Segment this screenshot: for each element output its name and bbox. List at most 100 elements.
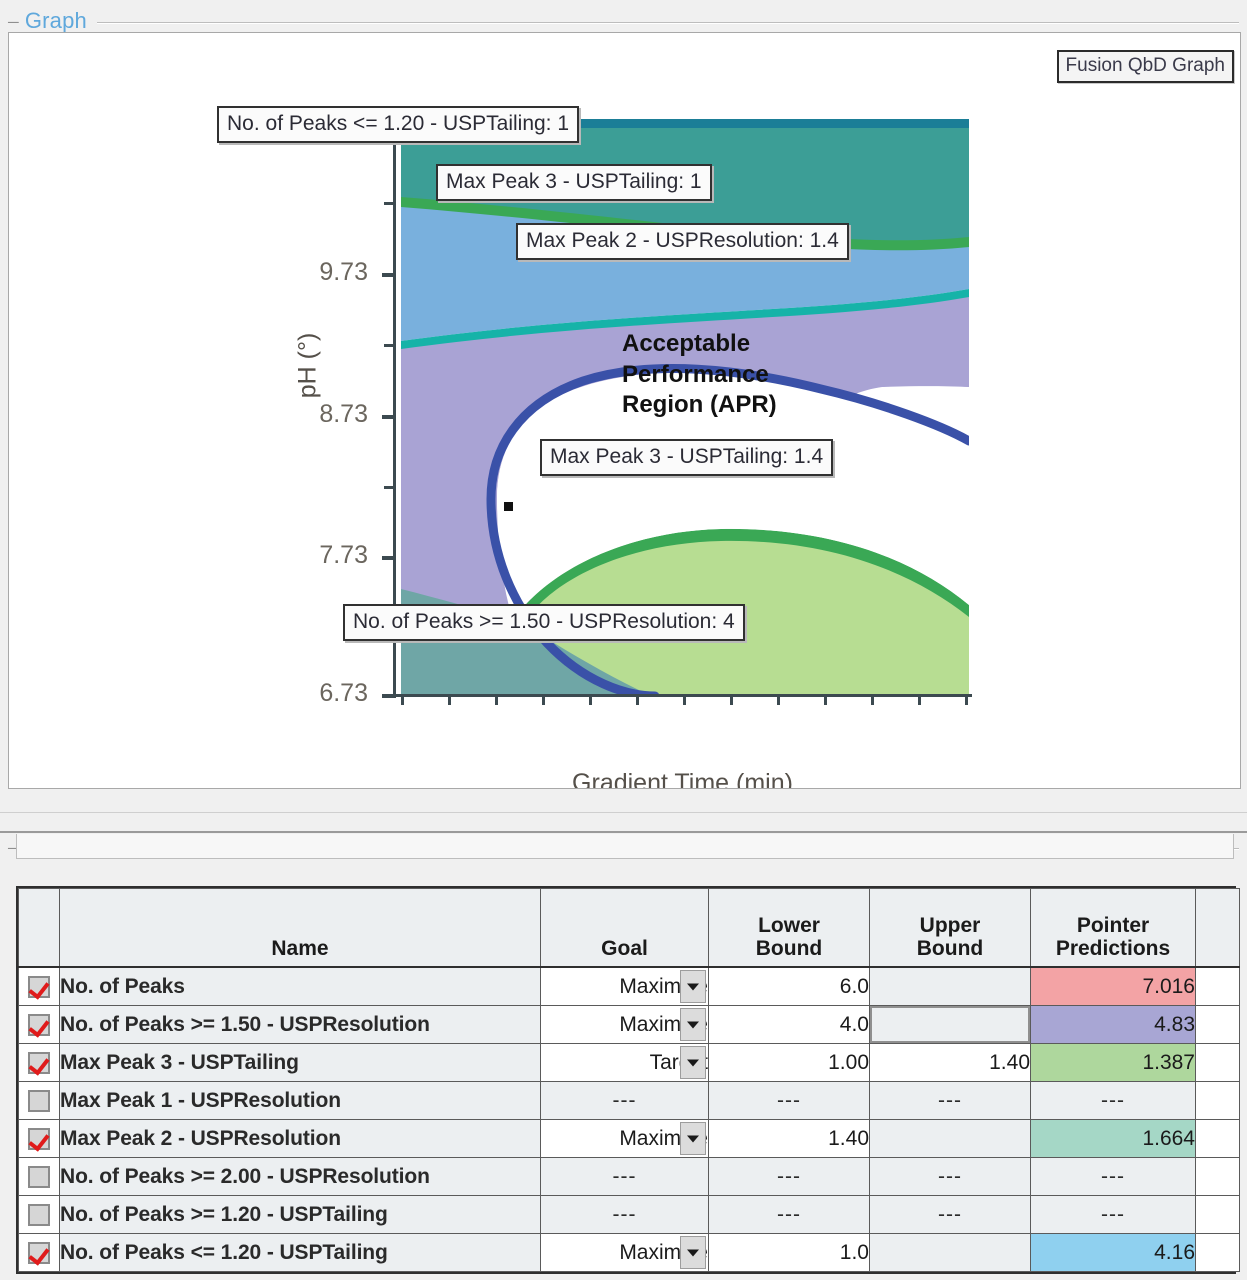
- checkbox-checked-icon[interactable]: [28, 1241, 50, 1264]
- goal-select[interactable]: Target: [540, 1043, 709, 1082]
- table-header-row: Name Goal Lower Bound Upper Bound Pointe…: [18, 888, 1240, 968]
- goal-select[interactable]: Maximize: [540, 1005, 709, 1044]
- checkbox-checked-icon[interactable]: [28, 975, 50, 998]
- table-row[interactable]: Max Peak 1 - USPResolution --- --- --- ---: [18, 1081, 1240, 1120]
- x-tick-minor-3: [636, 694, 639, 705]
- column-header-lower-bound-line2: Bound: [755, 937, 823, 961]
- table-body: No. of Peaks Maximize 6.0 7.016 No. of Peaks…: [18, 966, 1240, 1272]
- checkbox-checked-icon[interactable]: [28, 1013, 50, 1036]
- lower-bound-input[interactable]: 1.00: [708, 1043, 870, 1082]
- response-name-cell: No. of Peaks >= 1.50 - USPResolution: [59, 1005, 541, 1044]
- table-row[interactable]: Max Peak 2 - USPResolution Maximize 1.40 1.…: [18, 1119, 1240, 1158]
- table-row[interactable]: No. of Peaks >= 2.00 - USPResolution --- -…: [18, 1157, 1240, 1196]
- row-spacer-cell: [1195, 1081, 1240, 1120]
- y-tick-minor-1: [384, 202, 396, 205]
- chevron-down-icon[interactable]: [680, 1046, 706, 1079]
- table-row[interactable]: No. of Peaks >= 1.50 - USPResolution Maxi…: [18, 1005, 1240, 1044]
- column-header-spacer: [1195, 888, 1240, 968]
- y-axis-title: pH (°): [293, 332, 322, 399]
- collapse-graph-icon[interactable]: ─: [8, 15, 19, 30]
- row-enable-cell[interactable]: [18, 1043, 60, 1082]
- row-enable-cell[interactable]: [18, 1005, 60, 1044]
- y-tick-label-6-73: 6.73: [319, 678, 368, 707]
- lower-bound-input[interactable]: 1.0: [708, 1233, 870, 1272]
- upper-bound-input[interactable]: ---: [869, 1157, 1031, 1196]
- goal-select[interactable]: ---: [540, 1157, 709, 1196]
- callout-no-peaks-le-120-usptailing[interactable]: No. of Peaks <= 1.20 - USPTailing: 1: [217, 106, 580, 143]
- upper-bound-input[interactable]: ---: [869, 1195, 1031, 1234]
- pointer-prediction-cell: 4.16: [1030, 1233, 1196, 1272]
- column-header-upper-bound[interactable]: Upper Bound: [869, 888, 1031, 968]
- callout-max-peak-2-uspresolution-14[interactable]: Max Peak 2 - USPResolution: 1.4: [516, 223, 849, 260]
- graph-group-legend: ─ Graph: [8, 8, 1239, 34]
- upper-bound-input[interactable]: 1.40: [869, 1043, 1031, 1082]
- y-tick-minor-2: [384, 344, 396, 347]
- chevron-down-icon[interactable]: [680, 1122, 706, 1155]
- row-enable-cell[interactable]: [18, 1119, 60, 1158]
- response-name-cell: Max Peak 3 - USPTailing: [59, 1043, 541, 1082]
- lower-bound-input[interactable]: 4.0: [708, 1005, 870, 1044]
- chevron-down-icon[interactable]: [680, 1236, 706, 1269]
- table-row[interactable]: No. of Peaks <= 1.20 - USPTailing Maximiz…: [18, 1233, 1240, 1272]
- callout-no-peaks-ge-150-uspresolution[interactable]: No. of Peaks >= 1.50 - USPResolution: 4: [343, 604, 745, 641]
- lower-bound-input[interactable]: ---: [708, 1157, 870, 1196]
- goal-select[interactable]: ---: [540, 1081, 709, 1120]
- upper-bound-input[interactable]: [869, 1005, 1031, 1044]
- column-header-pointer-line2: Predictions: [1055, 937, 1171, 961]
- row-spacer-cell: [1195, 966, 1240, 1006]
- column-header-goal[interactable]: Goal: [540, 888, 709, 968]
- y-tick-label-9-73: 9.73: [319, 257, 368, 286]
- response-name-cell: No. of Peaks <= 1.20 - USPTailing: [59, 1233, 541, 1272]
- checkbox-unchecked-icon[interactable]: [28, 1089, 50, 1112]
- column-header-name[interactable]: Name: [59, 888, 541, 968]
- x-tick-7-00: 7.00: [401, 694, 404, 705]
- chevron-down-icon[interactable]: [680, 1008, 706, 1041]
- upper-bound-input[interactable]: [869, 1233, 1031, 1272]
- lower-bound-input[interactable]: 6.0: [708, 966, 870, 1006]
- checkbox-checked-icon[interactable]: [28, 1127, 50, 1150]
- row-enable-cell[interactable]: [18, 1233, 60, 1272]
- group-rule: [96, 22, 1239, 24]
- table-header: Name Goal Lower Bound Upper Bound Pointe…: [18, 888, 1240, 968]
- callout-max-peak-3-usptailing-1[interactable]: Max Peak 3 - USPTailing: 1: [436, 164, 712, 201]
- goal-select[interactable]: ---: [540, 1195, 709, 1234]
- goal-select[interactable]: Maximize: [540, 966, 709, 1006]
- lower-bound-input[interactable]: ---: [708, 1195, 870, 1234]
- goal-select[interactable]: Maximize: [540, 1233, 709, 1272]
- response-name-cell: Max Peak 1 - USPResolution: [59, 1081, 541, 1120]
- chevron-down-icon[interactable]: [680, 970, 706, 1003]
- row-spacer-cell: [1195, 1157, 1240, 1196]
- x-tick-minor-2: [542, 694, 545, 705]
- graph-canvas[interactable]: Fusion QbD Graph 9.73 8.73 7.73 6.73 Gra…: [8, 32, 1241, 789]
- x-tick-11-17: 11.17: [871, 694, 874, 705]
- upper-bound-input[interactable]: [869, 1119, 1031, 1158]
- x-tick-9-50: 9.50: [683, 694, 686, 705]
- column-header-pointer-predictions[interactable]: Pointer Predictions: [1030, 888, 1196, 968]
- row-enable-cell[interactable]: [18, 1195, 60, 1234]
- goal-select[interactable]: Maximize: [540, 1119, 709, 1158]
- checkbox-unchecked-icon[interactable]: [28, 1165, 50, 1188]
- table-row[interactable]: No. of Peaks Maximize 6.0 7.016: [18, 966, 1240, 1006]
- checkbox-unchecked-icon[interactable]: [28, 1203, 50, 1226]
- row-enable-cell[interactable]: [18, 1157, 60, 1196]
- table-footer-strip: [16, 834, 1234, 859]
- x-tick-minor-4: [730, 694, 733, 705]
- response-name-cell: No. of Peaks: [59, 966, 541, 1006]
- column-header-lower-bound[interactable]: Lower Bound: [708, 888, 870, 968]
- response-settings-table-wrap: Name Goal Lower Bound Upper Bound Pointe…: [16, 886, 1240, 1274]
- upper-bound-input[interactable]: ---: [869, 1081, 1031, 1120]
- row-enable-cell[interactable]: [18, 966, 60, 1006]
- x-tick-12-00: 12.00: [965, 694, 968, 705]
- table-row[interactable]: No. of Peaks >= 1.20 - USPTailing --- --- -…: [18, 1195, 1240, 1234]
- pointer-prediction-cell: ---: [1030, 1195, 1196, 1234]
- callout-max-peak-3-usptailing-14[interactable]: Max Peak 3 - USPTailing: 1.4: [540, 439, 834, 476]
- y-tick-8-73: 8.73: [319, 400, 396, 428]
- panel-splitter[interactable]: [0, 812, 1247, 833]
- column-header-check: [18, 888, 60, 968]
- table-row[interactable]: Max Peak 3 - USPTailing Target 1.00 1.40 1.3…: [18, 1043, 1240, 1082]
- row-enable-cell[interactable]: [18, 1081, 60, 1120]
- upper-bound-input[interactable]: [869, 966, 1031, 1006]
- lower-bound-input[interactable]: ---: [708, 1081, 870, 1120]
- checkbox-checked-icon[interactable]: [28, 1051, 50, 1074]
- lower-bound-input[interactable]: 1.40: [708, 1119, 870, 1158]
